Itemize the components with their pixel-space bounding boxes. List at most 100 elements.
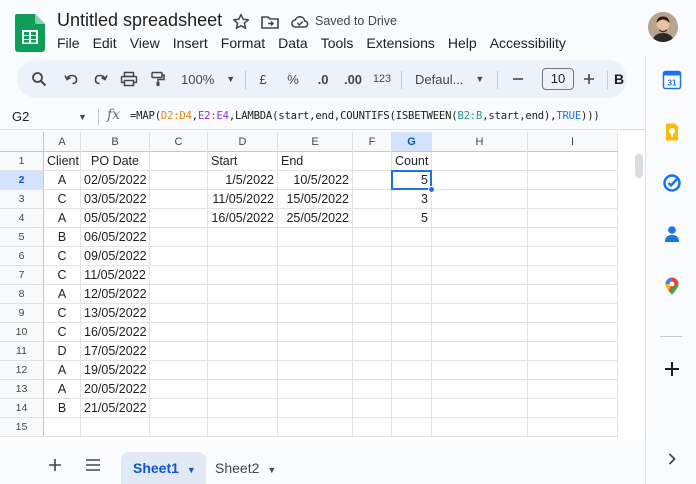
- cell-g10[interactable]: [392, 323, 432, 342]
- row-header-15[interactable]: 15: [0, 418, 44, 437]
- cell-i4[interactable]: [528, 209, 618, 228]
- cell-i9[interactable]: [528, 304, 618, 323]
- cell-a6[interactable]: C: [44, 247, 81, 266]
- column-header-a[interactable]: A: [44, 132, 81, 152]
- bold-button[interactable]: B: [611, 60, 627, 98]
- cell-a10[interactable]: C: [44, 323, 81, 342]
- cell-h2[interactable]: [432, 171, 528, 190]
- row-header-4[interactable]: 4: [0, 209, 44, 228]
- cell-b9[interactable]: 13/05/2022: [81, 304, 150, 323]
- cell-b12[interactable]: 19/05/2022: [81, 361, 150, 380]
- more-formats-button[interactable]: 123: [369, 60, 395, 98]
- row-header-14[interactable]: 14: [0, 399, 44, 418]
- avatar[interactable]: [648, 12, 678, 42]
- add-icon[interactable]: [662, 359, 682, 379]
- cell-c15[interactable]: [150, 418, 208, 437]
- cell-a7[interactable]: C: [44, 266, 81, 285]
- cell-f12[interactable]: [353, 361, 392, 380]
- cell-e14[interactable]: [278, 399, 353, 418]
- tab-sheet1[interactable]: Sheet1 ▼: [121, 452, 206, 484]
- name-box-dropdown-icon[interactable]: ▼: [78, 112, 87, 122]
- cell-f1[interactable]: [353, 152, 392, 171]
- add-sheet-button[interactable]: [48, 456, 62, 477]
- cell-c4[interactable]: [150, 209, 208, 228]
- row-header-9[interactable]: 9: [0, 304, 44, 323]
- cell-e15[interactable]: [278, 418, 353, 437]
- cell-c9[interactable]: [150, 304, 208, 323]
- cell-h4[interactable]: [432, 209, 528, 228]
- chevron-down-icon[interactable]: ▼: [267, 465, 276, 475]
- redo-button[interactable]: [87, 60, 115, 98]
- row-header-7[interactable]: 7: [0, 266, 44, 285]
- cell-c5[interactable]: [150, 228, 208, 247]
- cell-h5[interactable]: [432, 228, 528, 247]
- cell-i10[interactable]: [528, 323, 618, 342]
- cell-h1[interactable]: [432, 152, 528, 171]
- cell-a1[interactable]: Client: [44, 152, 81, 171]
- cell-b8[interactable]: 12/05/2022: [81, 285, 150, 304]
- maps-icon[interactable]: [662, 276, 682, 296]
- chevron-down-icon[interactable]: ▼: [187, 465, 196, 475]
- cell-a12[interactable]: A: [44, 361, 81, 380]
- cell-d8[interactable]: [208, 285, 278, 304]
- cell-f11[interactable]: [353, 342, 392, 361]
- cell-b11[interactable]: 17/05/2022: [81, 342, 150, 361]
- cell-g1[interactable]: Count: [392, 152, 432, 171]
- cell-f9[interactable]: [353, 304, 392, 323]
- cell-b5[interactable]: 06/05/2022: [81, 228, 150, 247]
- cell-f3[interactable]: [353, 190, 392, 209]
- cell-c11[interactable]: [150, 342, 208, 361]
- cell-i13[interactable]: [528, 380, 618, 399]
- cell-d10[interactable]: [208, 323, 278, 342]
- cell-g11[interactable]: [392, 342, 432, 361]
- cell-f6[interactable]: [353, 247, 392, 266]
- cell-e10[interactable]: [278, 323, 353, 342]
- cell-g5[interactable]: [392, 228, 432, 247]
- row-header-1[interactable]: 1: [0, 152, 44, 171]
- cell-h8[interactable]: [432, 285, 528, 304]
- cell-g9[interactable]: [392, 304, 432, 323]
- row-header-5[interactable]: 5: [0, 228, 44, 247]
- cell-g13[interactable]: [392, 380, 432, 399]
- cell-d6[interactable]: [208, 247, 278, 266]
- cell-i14[interactable]: [528, 399, 618, 418]
- cell-b15[interactable]: [81, 418, 150, 437]
- cell-h9[interactable]: [432, 304, 528, 323]
- cell-e13[interactable]: [278, 380, 353, 399]
- row-header-2[interactable]: 2: [0, 171, 44, 190]
- cell-b13[interactable]: 20/05/2022: [81, 380, 150, 399]
- increase-decimal-button[interactable]: .00: [339, 60, 367, 98]
- menu-extensions[interactable]: Extensions: [366, 35, 434, 51]
- select-all-corner[interactable]: [0, 132, 44, 152]
- cell-d9[interactable]: [208, 304, 278, 323]
- vertical-scrollbar[interactable]: [635, 154, 643, 178]
- row-header-3[interactable]: 3: [0, 190, 44, 209]
- menu-edit[interactable]: Edit: [93, 35, 117, 51]
- cell-d7[interactable]: [208, 266, 278, 285]
- menu-file[interactable]: File: [57, 35, 80, 51]
- cell-a14[interactable]: B: [44, 399, 81, 418]
- cell-h11[interactable]: [432, 342, 528, 361]
- cell-i11[interactable]: [528, 342, 618, 361]
- increase-font-size-button[interactable]: [577, 60, 601, 98]
- cell-e6[interactable]: [278, 247, 353, 266]
- cell-f5[interactable]: [353, 228, 392, 247]
- cell-a3[interactable]: C: [44, 190, 81, 209]
- cell-b6[interactable]: 09/05/2022: [81, 247, 150, 266]
- name-box[interactable]: G2: [12, 109, 29, 124]
- cell-i5[interactable]: [528, 228, 618, 247]
- cell-c14[interactable]: [150, 399, 208, 418]
- document-title[interactable]: Untitled spreadsheet: [57, 10, 222, 31]
- keep-icon[interactable]: [662, 122, 682, 142]
- cell-e8[interactable]: [278, 285, 353, 304]
- print-button[interactable]: [115, 60, 143, 98]
- sheets-logo-icon[interactable]: [15, 14, 45, 52]
- cell-g6[interactable]: [392, 247, 432, 266]
- cell-f4[interactable]: [353, 209, 392, 228]
- paint-format-button[interactable]: [144, 60, 172, 98]
- cell-i6[interactable]: [528, 247, 618, 266]
- font-family-select[interactable]: Defaul... ▼: [409, 60, 489, 98]
- cell-g3[interactable]: 3: [392, 190, 432, 209]
- cell-h15[interactable]: [432, 418, 528, 437]
- cell-h7[interactable]: [432, 266, 528, 285]
